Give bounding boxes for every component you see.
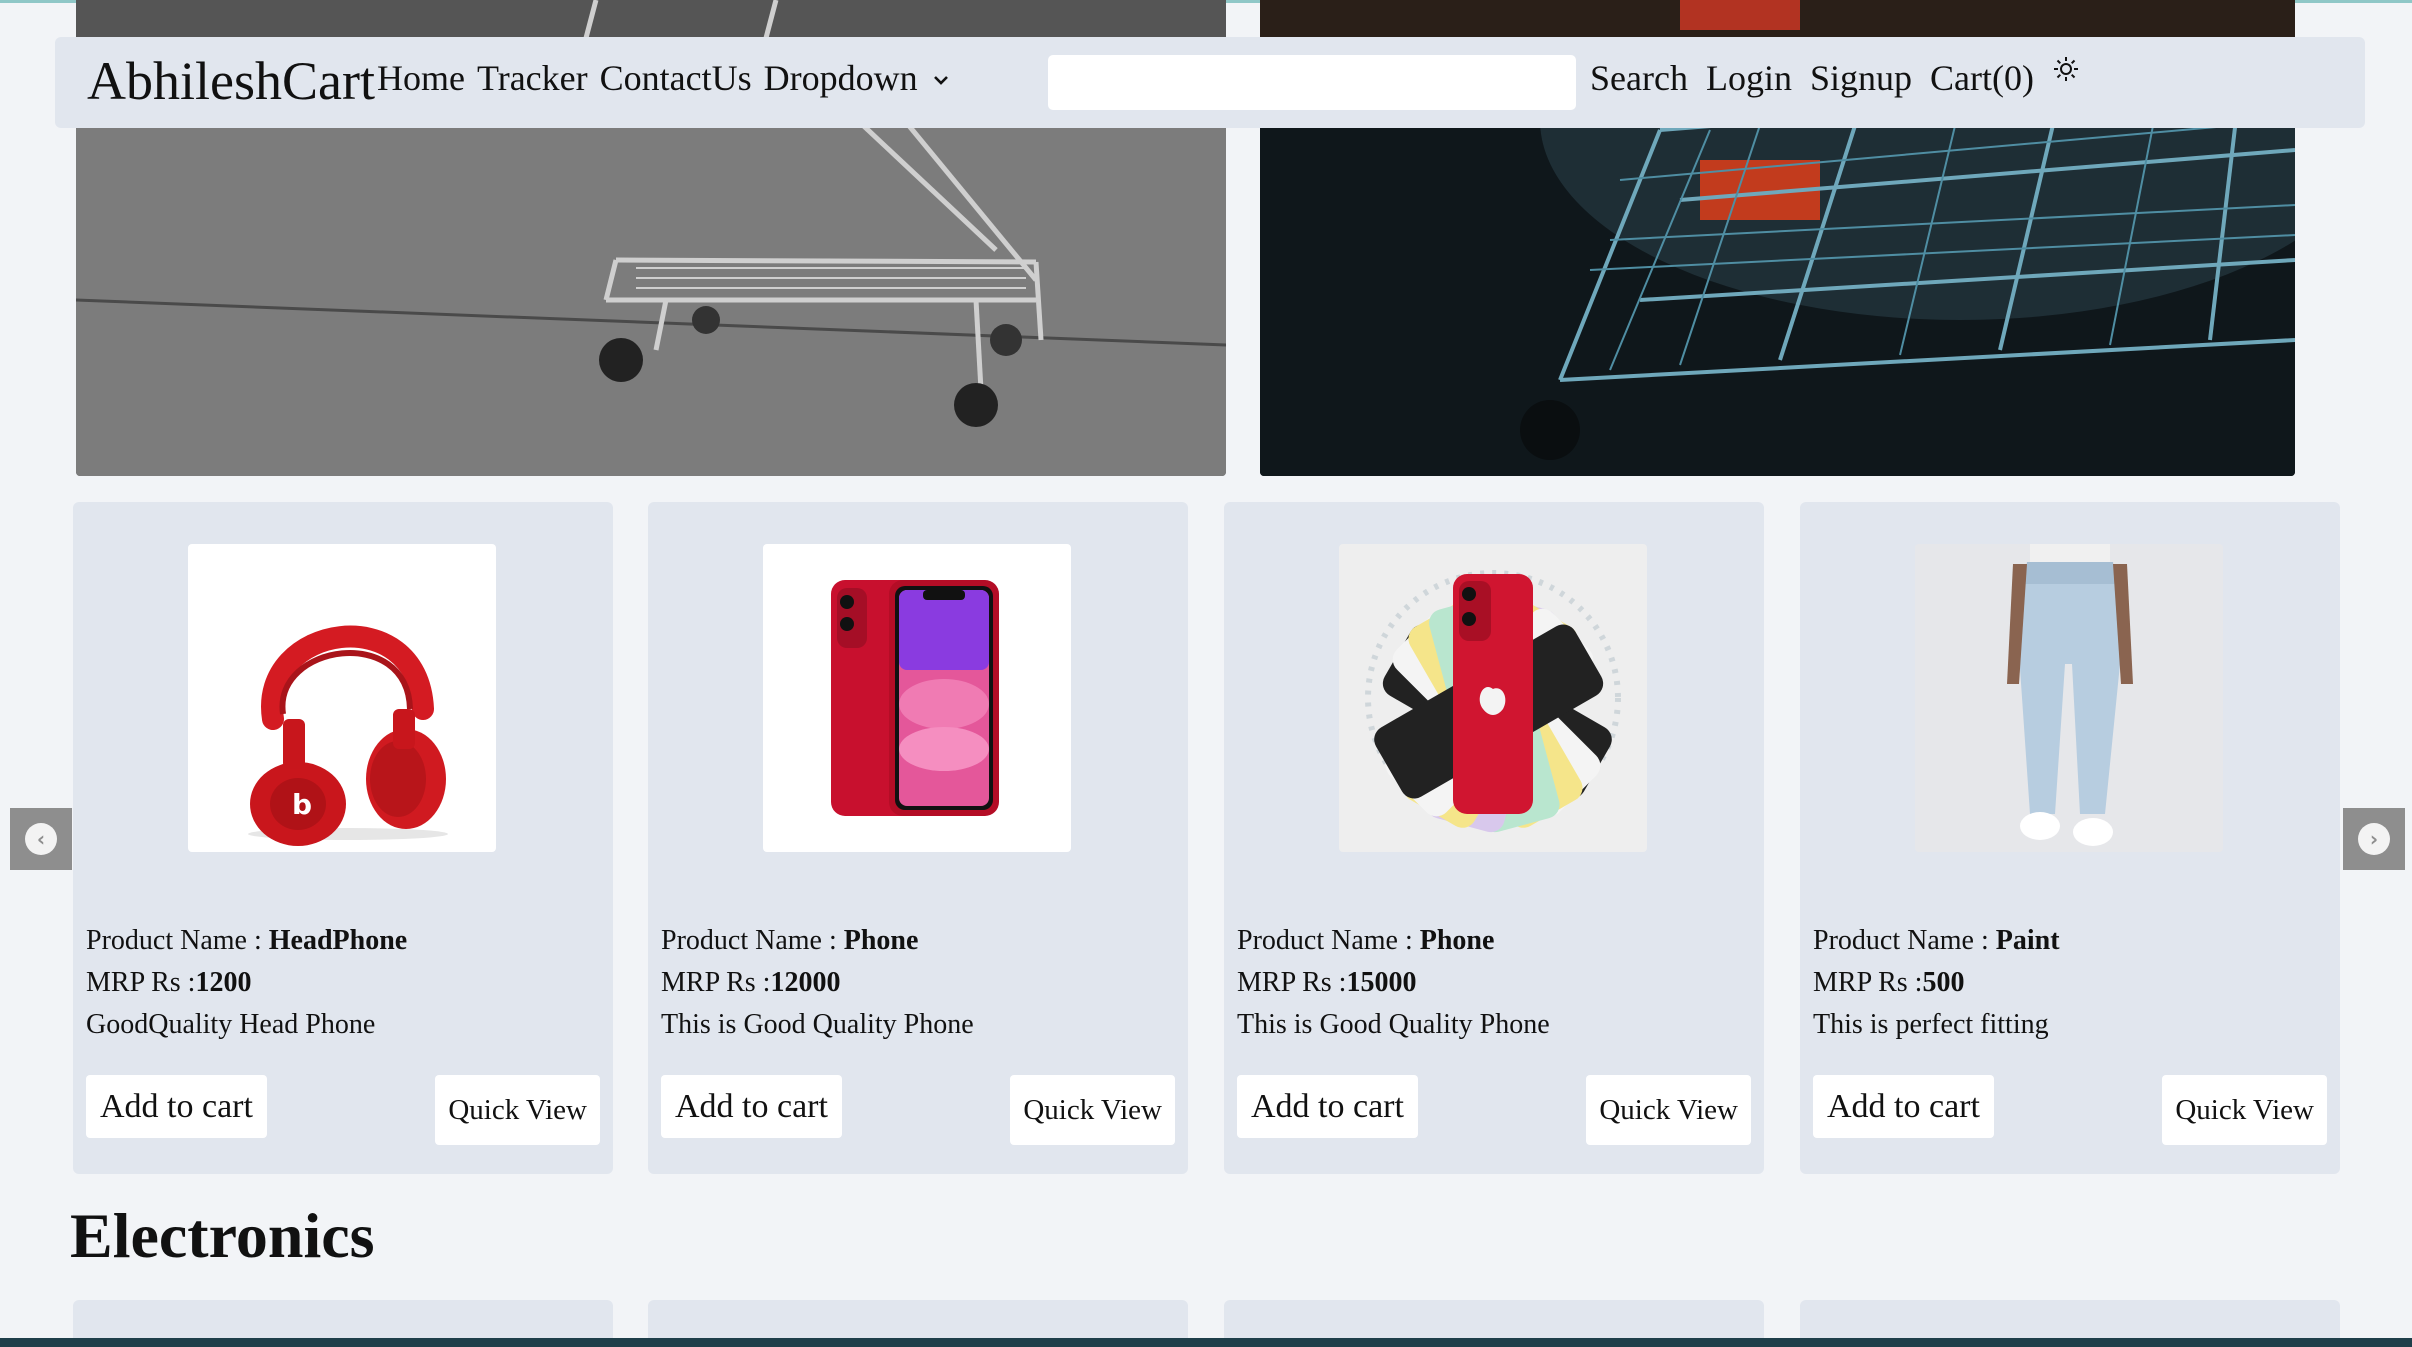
quick-view-button[interactable]: Quick View (2162, 1075, 2327, 1145)
quick-view-button[interactable]: Quick View (435, 1075, 600, 1145)
product-description: This is perfect fitting (1813, 1009, 2049, 1040)
svg-text:b: b (292, 788, 312, 821)
nav-tracker-link[interactable]: Tracker (477, 57, 588, 99)
product-card: b Product Name : HeadPhone MRP Rs :1200 … (73, 502, 613, 1174)
login-button[interactable]: Login (1706, 57, 1792, 99)
add-to-cart-button[interactable]: Add to cart (1237, 1075, 1418, 1138)
product-details: Product Name : HeadPhone MRP Rs :1200 Go… (86, 920, 407, 1046)
product-card: Product Name : Paint MRP Rs :500 This is… (1800, 502, 2340, 1174)
product-name-label: Product Name : (1813, 925, 1996, 956)
product-image-phone-colors[interactable] (1339, 544, 1647, 852)
search-button[interactable]: Search (1590, 57, 1688, 99)
product-name-row: Product Name : Paint (1813, 920, 2060, 962)
carousel-prev-button[interactable]: ‹ (10, 808, 72, 870)
product-price-row: MRP Rs :12000 (661, 962, 974, 1004)
nav-actions: Search Login Signup Cart(0) (1590, 57, 2080, 99)
product-price-label: MRP Rs : (1813, 967, 1923, 998)
add-to-cart-button[interactable]: Add to cart (661, 1075, 842, 1138)
product-image-headphone[interactable]: b (188, 544, 496, 852)
product-description: This is Good Quality Phone (661, 1009, 974, 1040)
sun-icon[interactable] (2052, 55, 2080, 89)
carousel-next-button[interactable]: › (2343, 808, 2405, 870)
brand-logo[interactable]: AbhileshCart (87, 51, 375, 111)
product-price-row: MRP Rs :15000 (1237, 962, 1550, 1004)
product-name-label: Product Name : (86, 925, 269, 956)
section-title-electronics: Electronics (70, 1200, 375, 1271)
product-price-row: MRP Rs :500 (1813, 962, 2060, 1004)
product-name-row: Product Name : HeadPhone (86, 920, 407, 962)
product-name-label: Product Name : (661, 925, 844, 956)
bottom-bar (0, 1338, 2412, 1347)
product-name-label: Product Name : (1237, 925, 1420, 956)
product-name: Paint (1995, 925, 2060, 956)
product-name: Phone (843, 925, 919, 956)
product-price-label: MRP Rs : (1237, 967, 1347, 998)
product-card: Product Name : Phone MRP Rs :12000 This … (648, 502, 1188, 1174)
add-to-cart-button[interactable]: Add to cart (1813, 1075, 1994, 1138)
search-input[interactable] (1048, 55, 1576, 110)
product-details: Product Name : Phone MRP Rs :12000 This … (661, 920, 974, 1046)
product-description: GoodQuality Head Phone (86, 1009, 376, 1040)
product-price-row: MRP Rs :1200 (86, 962, 407, 1004)
product-price-label: MRP Rs : (661, 967, 771, 998)
product-name-row: Product Name : Phone (661, 920, 974, 962)
product-name: Phone (1419, 925, 1495, 956)
nav-links: Home Tracker ContactUs Dropdown (377, 57, 950, 99)
product-name-row: Product Name : Phone (1237, 920, 1550, 962)
chevron-down-icon (932, 70, 950, 90)
signup-button[interactable]: Signup (1810, 57, 1912, 99)
nav-contactus-link[interactable]: ContactUs (600, 57, 752, 99)
product-image-jeans[interactable] (1915, 544, 2223, 852)
add-to-cart-button[interactable]: Add to cart (86, 1075, 267, 1138)
quick-view-button[interactable]: Quick View (1010, 1075, 1175, 1145)
nav-home-link[interactable]: Home (377, 57, 465, 99)
chevron-left-icon: ‹ (25, 823, 57, 855)
product-image-phone[interactable] (763, 544, 1071, 852)
product-name: HeadPhone (268, 925, 408, 956)
dropdown-label: Dropdown (763, 58, 918, 98)
product-price: 500 (1922, 967, 1965, 998)
product-details: Product Name : Paint MRP Rs :500 This is… (1813, 920, 2060, 1046)
chevron-right-icon: › (2358, 823, 2390, 855)
product-description: This is Good Quality Phone (1237, 1009, 1550, 1040)
product-price: 12000 (770, 967, 841, 998)
product-price-label: MRP Rs : (86, 967, 196, 998)
nav-dropdown-toggle[interactable]: Dropdown (764, 57, 950, 99)
product-card: Product Name : Phone MRP Rs :15000 This … (1224, 502, 1764, 1174)
product-details: Product Name : Phone MRP Rs :15000 This … (1237, 920, 1550, 1046)
cart-button[interactable]: Cart(0) (1930, 57, 2034, 99)
navbar: AbhileshCart Home Tracker ContactUs Drop… (55, 37, 2365, 128)
product-price: 15000 (1346, 967, 1417, 998)
quick-view-button[interactable]: Quick View (1586, 1075, 1751, 1145)
product-price: 1200 (195, 967, 252, 998)
